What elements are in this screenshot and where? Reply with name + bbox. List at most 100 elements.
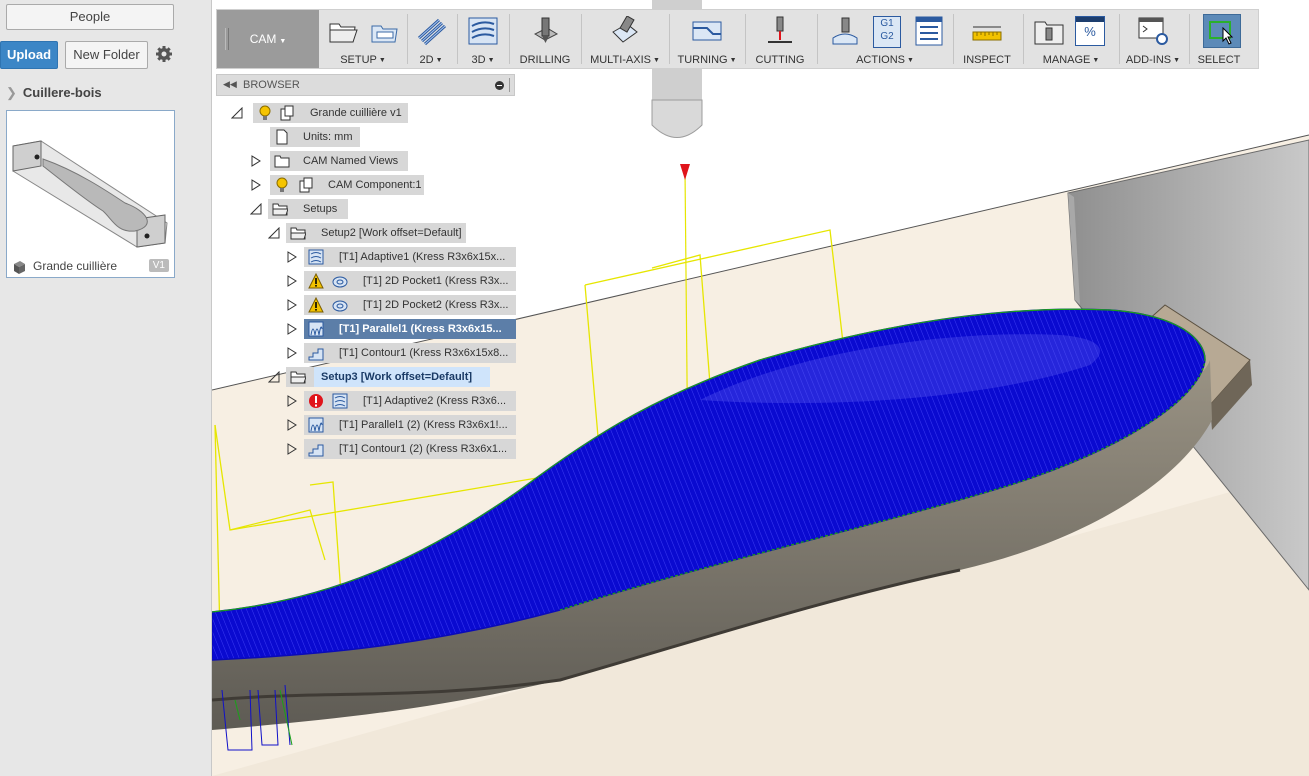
cutting-button[interactable]: CUTTING <box>749 10 811 68</box>
actions-menu[interactable]: G1 G2 ACTIONS ▼ <box>823 10 947 68</box>
turning-icon[interactable] <box>691 16 723 46</box>
measure-icon[interactable] <box>971 16 1003 46</box>
collapsed-triangle-icon[interactable] <box>286 323 298 335</box>
tree-node-contour1-2[interactable]: [T1] Contour1 (2) (Kress R3x6x1... <box>286 439 516 459</box>
file-name: Grande cuillière <box>33 259 118 273</box>
tree-label-root: Grande cuillière v1 <box>310 107 402 119</box>
expanded-triangle-icon[interactable] <box>250 203 262 215</box>
component-icon <box>299 177 313 193</box>
drilling-label: DRILLING <box>519 54 571 66</box>
collapsed-triangle-icon[interactable] <box>286 275 298 287</box>
setup-menu[interactable]: SETUP ▼ <box>321 10 405 68</box>
tree-node-cam-component[interactable]: CAM Component:1 <box>250 175 426 195</box>
collapsed-triangle-icon[interactable] <box>286 419 298 431</box>
post-library-icon[interactable]: % <box>1075 16 1105 46</box>
select-label: SELECT <box>1197 54 1241 66</box>
workspace-switcher[interactable]: CAM ▼ <box>217 10 319 68</box>
tree-label-setups: Setups <box>303 203 338 215</box>
collapsed-triangle-icon[interactable] <box>286 395 298 407</box>
2d-menu[interactable]: 2D ▼ <box>411 10 451 68</box>
lightbulb-icon[interactable] <box>274 177 290 193</box>
actions-label: ACTIONS <box>856 54 905 66</box>
select-button[interactable]: SELECT <box>1193 10 1245 68</box>
tree-node-named-views[interactable]: CAM Named Views <box>250 151 410 171</box>
collapsed-triangle-icon[interactable] <box>286 443 298 455</box>
toolbar-grip[interactable] <box>225 28 229 50</box>
tree-node-contour1[interactable]: [T1] Contour1 (Kress R3x6x15x8... <box>286 343 516 363</box>
add-ins-menu[interactable]: ADD-INS ▼ <box>1123 10 1183 68</box>
lightbulb-icon[interactable] <box>257 105 273 121</box>
tree-node-root[interactable]: Grande cuillière v1 <box>231 103 411 123</box>
tree-label-parallel1: [T1] Parallel1 (Kress R3x6x15... <box>339 323 502 335</box>
tree-node-parallel1-2[interactable]: [T1] Parallel1 (2) (Kress R3x6x1!... <box>286 415 516 435</box>
tree-label-cam-component: CAM Component:1 <box>328 179 422 191</box>
file-card[interactable]: Grande cuillière V1 <box>6 110 175 278</box>
inspect-button[interactable]: INSPECT <box>957 10 1017 68</box>
tree-node-adaptive2[interactable]: [T1] Adaptive2 (Kress R3x6... <box>286 391 516 411</box>
collapse-arrows-icon[interactable]: ◀◀ <box>223 79 237 90</box>
expanded-triangle-icon[interactable] <box>268 371 280 383</box>
manage-menu[interactable]: % MANAGE ▼ <box>1027 10 1115 68</box>
multi-axis-menu[interactable]: MULTI-AXIS ▼ <box>587 10 663 68</box>
select-icon[interactable] <box>1203 14 1241 48</box>
inspect-label: INSPECT <box>963 54 1011 66</box>
tree-node-pocket1[interactable]: [T1] 2D Pocket1 (Kress R3x... <box>286 271 516 291</box>
setups-folder-icon <box>272 203 288 216</box>
3d-toolpath-icon[interactable] <box>467 16 499 46</box>
cam-toolbar: CAM ▼ SETUP ▼ 2D ▼ 3D ▼ DRILLING MULTI-A… <box>216 9 1259 69</box>
tree-node-parallel1[interactable]: [T1] Parallel1 (Kress R3x6x15... <box>286 319 516 339</box>
tree-node-setups[interactable]: Setups <box>250 199 350 219</box>
new-folder-button[interactable]: New Folder <box>65 41 148 69</box>
people-button[interactable]: People <box>6 4 174 30</box>
collapsed-triangle-icon[interactable] <box>250 179 262 191</box>
collapsed-triangle-icon[interactable] <box>286 299 298 311</box>
setup-label: SETUP <box>340 54 377 66</box>
tree-label-setup3: Setup3 [Work offset=Default] <box>321 371 473 383</box>
collapsed-triangle-icon[interactable] <box>286 347 298 359</box>
setup-sheet-doc-icon[interactable] <box>913 16 945 46</box>
design-file-icon <box>14 261 25 274</box>
gear-icon[interactable] <box>155 45 173 63</box>
upload-button[interactable]: Upload <box>0 41 58 69</box>
3d-menu[interactable]: 3D ▼ <box>461 10 505 68</box>
drill-icon[interactable] <box>529 16 561 46</box>
expanded-triangle-icon[interactable] <box>231 107 243 119</box>
2d-toolpath-icon[interactable] <box>415 16 447 46</box>
tree-node-setup2[interactable]: Setup2 [Work offset=Default] <box>268 223 468 243</box>
setup-icon[interactable] <box>327 16 359 46</box>
tree-label-setup2: Setup2 [Work offset=Default] <box>321 227 462 239</box>
collapsed-triangle-icon[interactable] <box>250 155 262 167</box>
panel-handle[interactable] <box>509 78 512 92</box>
tree-label-pocket2: [T1] 2D Pocket2 (Kress R3x... <box>363 299 509 311</box>
tree-node-pocket2[interactable]: [T1] 2D Pocket2 (Kress R3x... <box>286 295 516 315</box>
tree-label-pocket1: [T1] 2D Pocket1 (Kress R3x... <box>363 275 509 287</box>
2d-label: 2D <box>419 54 434 66</box>
browser-title: BROWSER <box>243 79 300 91</box>
simulate-icon[interactable] <box>829 16 861 46</box>
setup-sheet-icon[interactable] <box>369 16 401 46</box>
tree-node-units[interactable]: Units: mm <box>266 127 366 147</box>
component-icon <box>280 105 294 121</box>
scripts-icon[interactable] <box>1137 16 1169 46</box>
tree-node-setup3[interactable]: Setup3 [Work offset=Default] <box>268 367 493 387</box>
data-panel: People Upload New Folder ❯ Cuillere-bois … <box>0 0 212 776</box>
cutting-icon[interactable] <box>764 16 796 46</box>
breadcrumb[interactable]: ❯ Cuillere-bois <box>6 85 102 101</box>
post-process-icon[interactable]: G1 G2 <box>873 16 901 48</box>
tree-label-contour1: [T1] Contour1 (Kress R3x6x15x8... <box>339 347 509 359</box>
tree-node-adaptive1[interactable]: [T1] Adaptive1 (Kress R3x6x15x... <box>286 247 516 267</box>
multi-axis-icon[interactable] <box>609 16 641 46</box>
expanded-triangle-icon[interactable] <box>268 227 280 239</box>
drilling-button[interactable]: DRILLING <box>513 10 577 68</box>
pocket-toolpath-icon <box>332 300 348 312</box>
g2-text: G2 <box>880 31 894 42</box>
breadcrumb-folder: Cuillere-bois <box>22 85 102 100</box>
tool-library-icon[interactable] <box>1033 16 1065 46</box>
tree-label-adaptive1: [T1] Adaptive1 (Kress R3x6x15x... <box>339 251 506 263</box>
chevron-right-icon: ❯ <box>6 85 17 100</box>
turning-menu[interactable]: TURNING ▼ <box>675 10 739 68</box>
collapsed-triangle-icon[interactable] <box>286 251 298 263</box>
parallel-toolpath-icon <box>308 321 324 337</box>
file-thumbnail <box>12 140 168 248</box>
minimize-icon[interactable] <box>495 81 504 90</box>
